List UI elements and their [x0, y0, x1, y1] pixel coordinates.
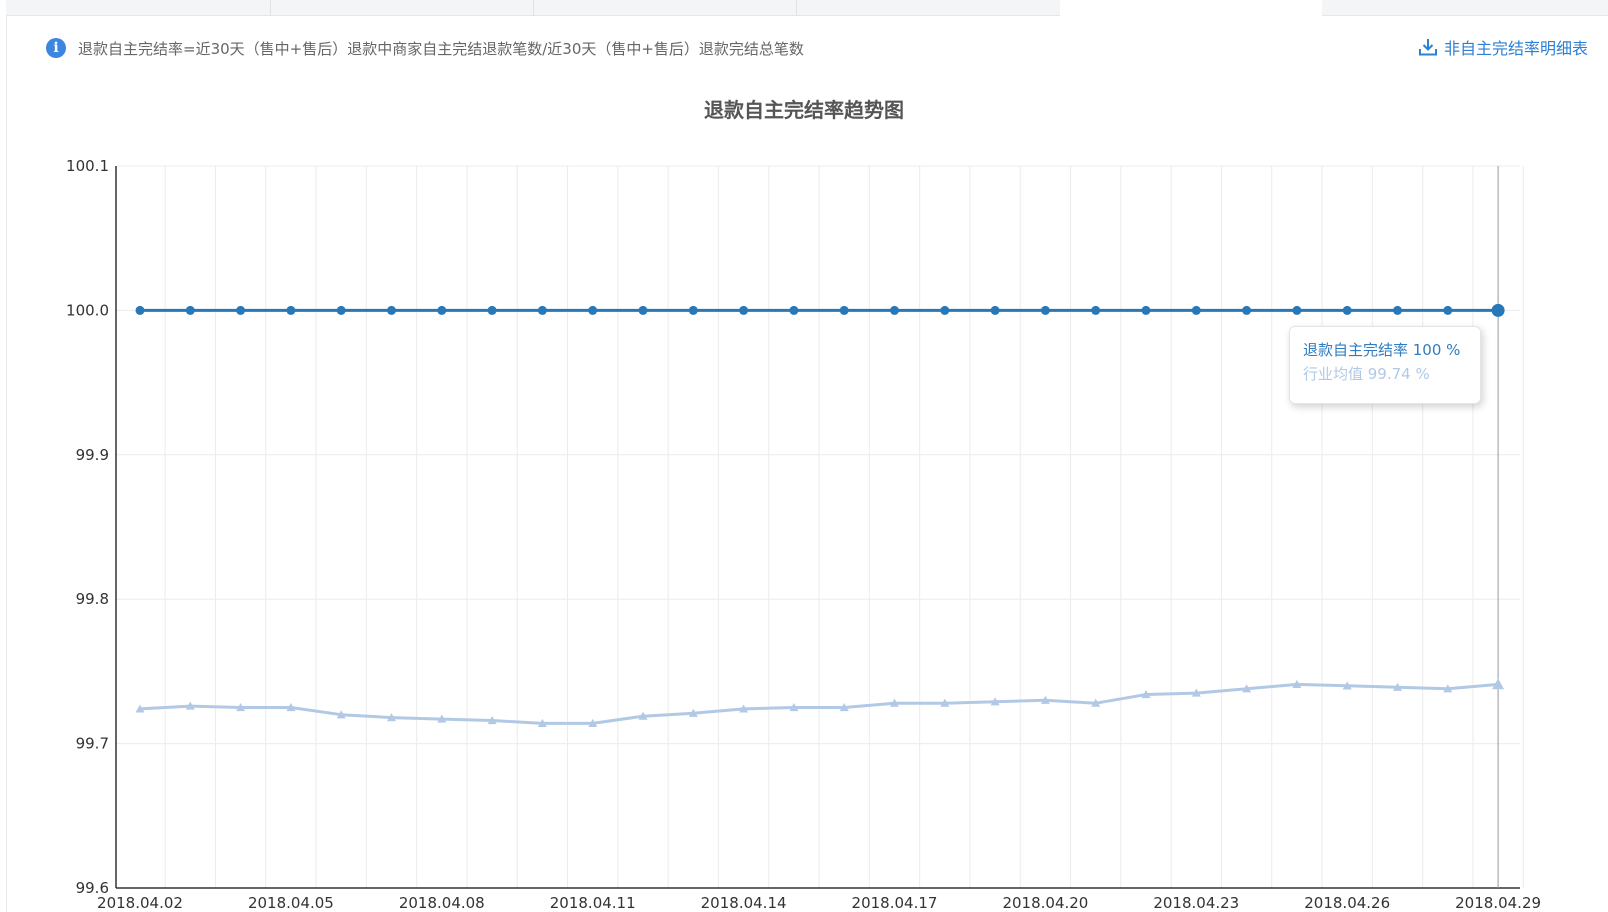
data-point [739, 305, 749, 315]
y-tick-labels: 100.1100.099.999.899.799.6 [66, 157, 109, 897]
chart-tooltip: 退款自主完结率 100 % 行业均值 99.74 % [1289, 326, 1481, 404]
data-point [789, 305, 799, 315]
data-point [236, 305, 246, 315]
data-point [387, 305, 396, 315]
data-point [1141, 305, 1151, 315]
x-tick-label: 2018.04.08 [399, 894, 485, 912]
data-point [135, 305, 145, 315]
x-tick-label: 2018.04.11 [550, 894, 636, 912]
data-point [890, 305, 899, 315]
data-point [185, 305, 195, 315]
series-industry-average [135, 678, 1505, 727]
data-point [638, 305, 648, 315]
x-tick-label: 2018.04.05 [248, 894, 334, 912]
data-point [990, 305, 1000, 315]
data-point [1292, 305, 1302, 315]
data-point [1242, 305, 1252, 315]
y-tick-label: 100.0 [66, 301, 109, 319]
data-point [588, 305, 598, 315]
y-tick-label: 100.1 [66, 157, 109, 175]
data-point [1443, 305, 1453, 315]
x-tick-label: 2018.04.14 [701, 894, 787, 912]
data-point [537, 305, 547, 315]
series-refund-rate [135, 303, 1505, 317]
x-tick-label: 2018.04.20 [1002, 894, 1088, 912]
data-point [1091, 305, 1101, 315]
y-tick-label: 99.7 [76, 735, 109, 753]
trend-chart: 100.1100.099.999.899.799.6 2018.04.02 201… [66, 157, 1541, 912]
data-point [1191, 305, 1201, 315]
data-point [487, 305, 497, 315]
data-point [1040, 305, 1050, 315]
grid-lines [116, 165, 1524, 889]
y-tick-label: 99.9 [76, 446, 109, 464]
data-point [688, 305, 698, 315]
x-tick-label: 2018.04.02 [97, 894, 183, 912]
x-tick-label: 2018.04.26 [1304, 894, 1390, 912]
data-point [1491, 303, 1505, 317]
data-point [839, 305, 849, 315]
tooltip-row-rate: 退款自主完结率 100 % [1303, 341, 1461, 359]
data-point [1342, 305, 1352, 315]
data-point [1393, 305, 1402, 315]
data-point [940, 305, 950, 315]
axes [115, 166, 1520, 889]
data-point [286, 305, 296, 315]
data-point [437, 305, 447, 315]
tooltip-row-industry: 行业均值 99.74 % [1303, 365, 1430, 383]
y-tick-label: 99.8 [76, 590, 109, 608]
x-tick-label: 2018.04.17 [852, 894, 938, 912]
x-tick-label: 2018.04.29 [1455, 894, 1541, 912]
data-point [336, 305, 346, 315]
x-tick-label: 2018.04.23 [1153, 894, 1239, 912]
x-tick-labels: 2018.04.02 2018.04.05 2018.04.08 2018.04.11… [97, 894, 1541, 912]
